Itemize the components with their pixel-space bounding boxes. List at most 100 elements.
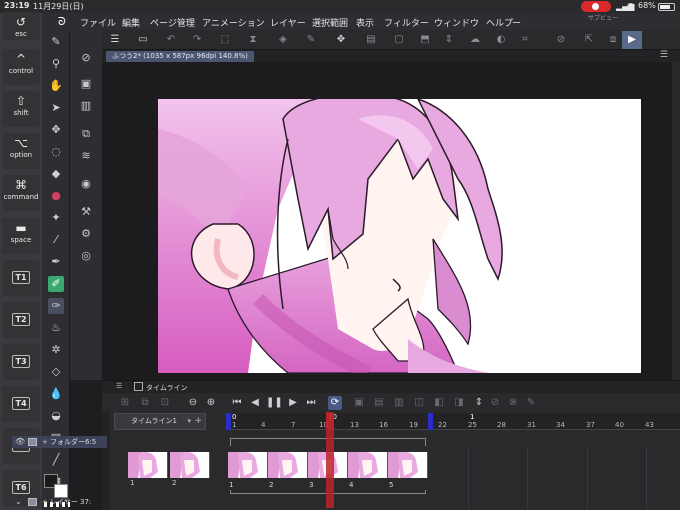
menu-extra[interactable]: ー: [512, 16, 521, 29]
selection-pen-icon[interactable]: ●: [48, 188, 64, 204]
airbrush-icon[interactable]: ♨: [48, 320, 64, 336]
animation-cel[interactable]: [228, 452, 268, 478]
menu-window[interactable]: ウィンドウ: [434, 16, 479, 29]
tool-property-icon[interactable]: ⚒: [78, 204, 94, 220]
fill-bucket-icon[interactable]: ◐: [494, 33, 508, 47]
menu-edit[interactable]: 編集: [122, 16, 140, 29]
control-key[interactable]: ^ control: [2, 49, 40, 85]
object-tool-icon[interactable]: ➤: [48, 100, 64, 116]
zoom-out-icon[interactable]: ⊖: [186, 396, 200, 410]
previous-frame-icon[interactable]: ◀: [248, 396, 262, 410]
sub-tool-detail-icon[interactable]: ⚙: [78, 226, 94, 242]
shift-key[interactable]: ⇧ shift: [2, 91, 40, 127]
layer-select-icon[interactable]: ⧈: [606, 33, 620, 47]
stamp-tool-icon[interactable]: ◆: [48, 166, 64, 182]
animation-cel[interactable]: [268, 452, 308, 478]
hamburger-menu-icon[interactable]: ☰: [108, 33, 122, 47]
clear-icon[interactable]: ⬚: [218, 33, 232, 47]
animation-cel[interactable]: [388, 452, 428, 478]
end-marker[interactable]: [428, 413, 433, 430]
pen-tool-icon[interactable]: ✒: [48, 254, 64, 270]
hand-tool-icon[interactable]: ✋: [48, 78, 64, 94]
layer-stack-icon[interactable]: ≋: [78, 148, 94, 164]
onion-skin-icon[interactable]: ◫: [412, 396, 426, 410]
pause-icon[interactable]: ❚❚: [266, 396, 283, 410]
menu-layer[interactable]: レイヤー: [270, 16, 306, 29]
screen-record-indicator[interactable]: [581, 1, 611, 12]
frame-ruler[interactable]: 0 10 1 1 4 7 10 13 16 19 22 25 28 31 34 …: [226, 413, 680, 430]
flip-horizontal-icon[interactable]: ⧗: [246, 33, 260, 47]
menu-page-management[interactable]: ページ管理: [150, 16, 195, 29]
new-animation-cel-icon[interactable]: ▣: [352, 396, 366, 410]
timeline-layer-folder[interactable]: 👁 + フォルダー6:5: [12, 436, 107, 448]
navigator-icon[interactable]: ⊘: [78, 50, 94, 66]
menu-file[interactable]: ファイル: [80, 16, 116, 29]
keyframe-icon[interactable]: ◧: [432, 396, 446, 410]
auto-select-icon[interactable]: ✦: [48, 210, 64, 226]
add-timeline-icon[interactable]: +: [194, 414, 202, 429]
color-wheel-icon[interactable]: ▣: [78, 76, 94, 92]
pen-small-icon[interactable]: ✎: [48, 34, 64, 50]
menu-selection[interactable]: 選択範囲: [312, 16, 348, 29]
enable-keyframe-icon[interactable]: ◨: [452, 396, 466, 410]
pen-cmd-icon[interactable]: ✎: [304, 33, 318, 47]
transform-select-icon[interactable]: ⇱: [582, 33, 596, 47]
loop-playback-icon[interactable]: ⟳: [328, 396, 342, 410]
stepper-icon[interactable]: ⇕: [472, 396, 486, 410]
panel-menu-icon[interactable]: ☰: [116, 382, 122, 390]
zoom-stepper-icon[interactable]: ⇕: [442, 33, 456, 47]
specify-cels-icon[interactable]: ▥: [392, 396, 406, 410]
pencil-edit-icon[interactable]: ✎: [524, 396, 538, 410]
hide-selection-icon[interactable]: ⊘: [554, 33, 568, 47]
chevron-down-icon[interactable]: ⌄: [15, 496, 22, 508]
layer-thumbnail[interactable]: [128, 452, 168, 478]
delete-frame-icon[interactable]: ⊘: [488, 396, 502, 410]
expand-icon[interactable]: +: [42, 436, 48, 448]
figure-tool-icon[interactable]: ╱: [48, 452, 64, 468]
eye-icon[interactable]: 👁: [15, 436, 25, 448]
timeline-settings-icon[interactable]: ⊡: [158, 396, 172, 410]
folder-open-icon[interactable]: ▤: [364, 33, 378, 47]
new-timeline-icon[interactable]: ⊞: [118, 396, 132, 410]
transform-icon[interactable]: ✥: [334, 33, 348, 47]
menu-view[interactable]: 表示: [356, 16, 374, 29]
redo-icon[interactable]: ↷: [190, 33, 204, 47]
pencil-tool-icon[interactable]: ✐: [48, 276, 64, 292]
eraser-tool-icon[interactable]: ◇: [48, 364, 64, 380]
blend-tool-icon[interactable]: 💧: [48, 386, 64, 402]
tab-menu-icon[interactable]: ☰: [660, 50, 668, 60]
command-key[interactable]: ⌘ command: [2, 175, 40, 211]
timeline-selector[interactable]: タイムライン1 ▾ +: [114, 413, 206, 430]
cloud-icon[interactable]: ☁: [468, 33, 482, 47]
start-marker[interactable]: [226, 413, 231, 430]
edit-timeline-icon[interactable]: ⧉: [138, 396, 152, 410]
timeline-layer-2[interactable]: ⌄ + レイヤー 37:: [12, 496, 107, 508]
eyedropper-icon[interactable]: ⁄: [48, 232, 64, 248]
decoration-tool-icon[interactable]: ✲: [48, 342, 64, 358]
layer-thumbnails[interactable]: [128, 452, 210, 478]
brush-size-icon[interactable]: ◎: [78, 248, 94, 264]
t4-key[interactable]: T4: [2, 386, 40, 422]
new-file-icon[interactable]: ▢: [392, 33, 406, 47]
menu-help[interactable]: ヘルプ: [486, 16, 513, 29]
layer-thumbnail[interactable]: [170, 452, 210, 478]
menu-filter[interactable]: フィルター: [384, 16, 429, 29]
fill-tool-icon[interactable]: ◒: [48, 408, 64, 424]
menu-animation[interactable]: アニメーション: [202, 16, 265, 29]
expand-icon[interactable]: +: [42, 496, 48, 508]
vertical-scrollbar[interactable]: [672, 62, 680, 380]
play-button[interactable]: ▶: [622, 31, 642, 49]
new-animation-folder-icon[interactable]: ▤: [372, 396, 386, 410]
playhead[interactable]: [326, 412, 334, 508]
next-frame-icon[interactable]: ▶: [286, 396, 300, 410]
zoom-tool-icon[interactable]: ⚲: [48, 56, 64, 72]
zoom-in-icon[interactable]: ⊕: [204, 396, 218, 410]
brush-tool-icon[interactable]: ✑: [48, 298, 64, 314]
t1-key[interactable]: T1: [2, 260, 40, 296]
artwork-canvas[interactable]: [158, 99, 641, 373]
crop-icon[interactable]: ⌗: [518, 33, 532, 47]
animation-cel[interactable]: [348, 452, 388, 478]
canvas-tab[interactable]: ふつう2* (1035 x 587px 96dpi 140.8%): [106, 51, 254, 62]
t2-key[interactable]: T2: [2, 302, 40, 338]
move-tool-icon[interactable]: ✥: [48, 122, 64, 138]
